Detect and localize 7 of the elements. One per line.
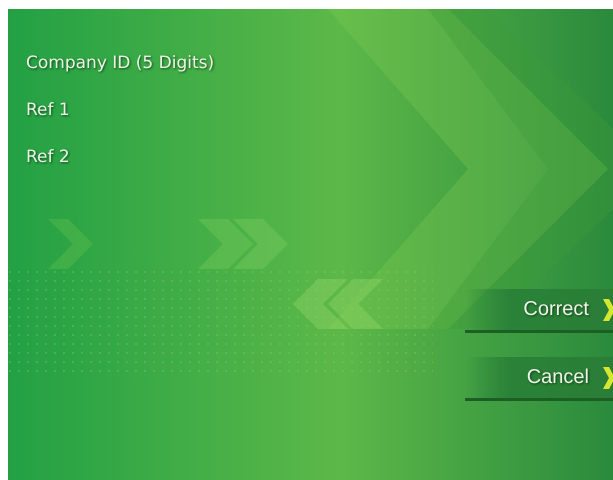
field-label: Ref 1: [26, 99, 70, 122]
field-label: Ref 2: [26, 146, 70, 169]
chevron-icon: [603, 366, 613, 388]
side-button[interactable]: Cancel: [465, 357, 613, 401]
field-label: Company ID (5 Digits): [26, 52, 214, 75]
chevron-icon: [603, 298, 613, 320]
side-button[interactable]: Correct: [465, 289, 613, 333]
